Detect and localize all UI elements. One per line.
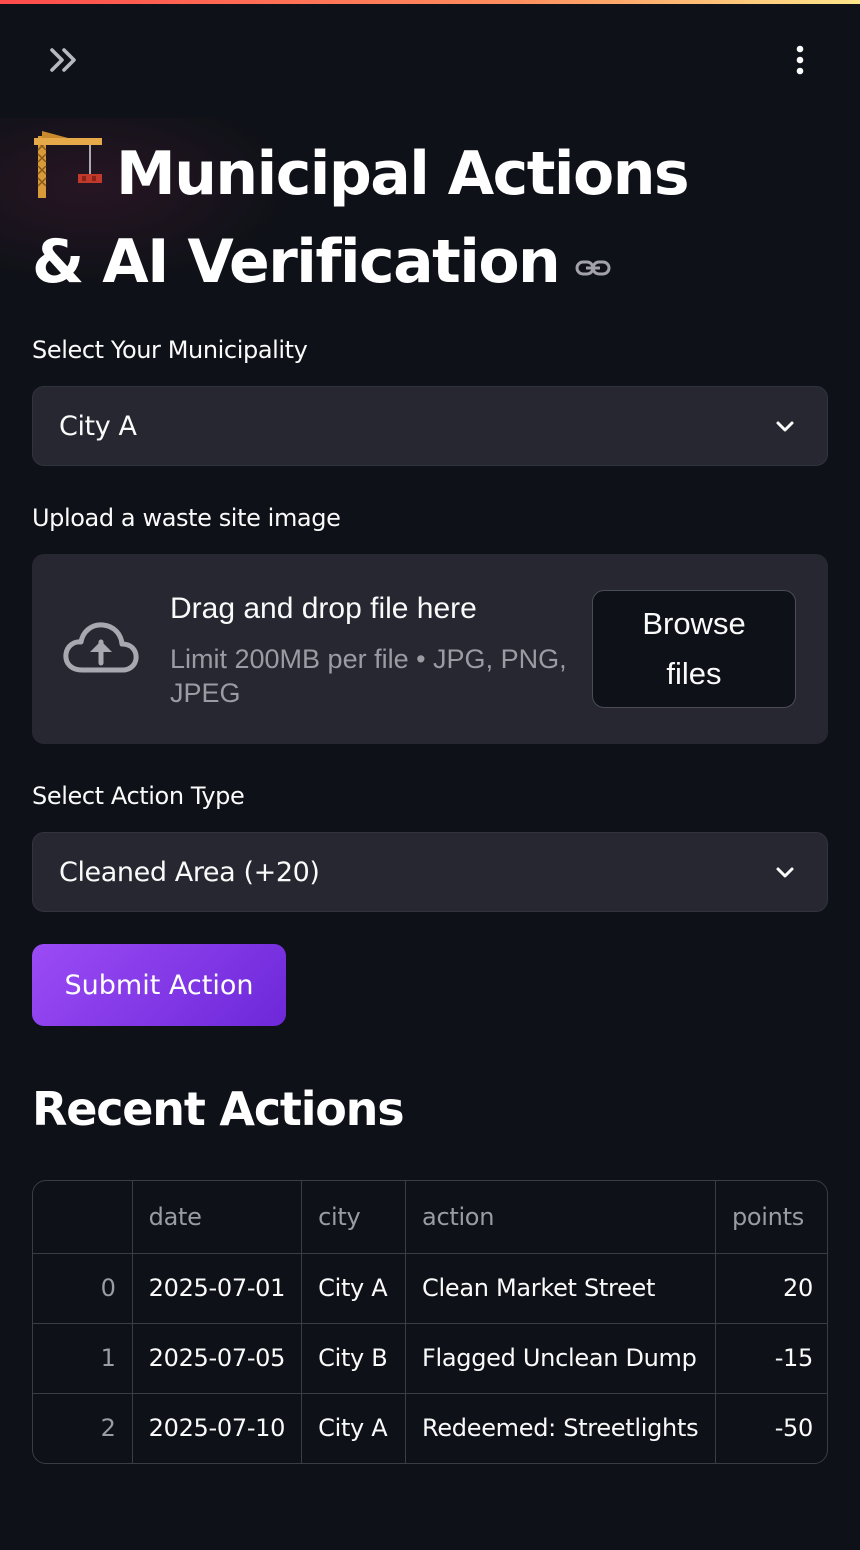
action-type-label: Select Action Type — [32, 782, 245, 810]
expand-sidebar-button[interactable] — [40, 40, 88, 80]
column-header-date[interactable]: date — [132, 1181, 303, 1254]
action-cell[interactable]: Flagged Unclean Dump — [405, 1323, 716, 1394]
points-cell[interactable]: 20 — [715, 1253, 827, 1324]
upload-label: Upload a waste site image — [32, 504, 341, 532]
date-cell[interactable]: 2025-07-01 — [132, 1253, 303, 1324]
dropzone-hint: Limit 200MB per file • JPG, PNG, JPEG — [170, 644, 567, 708]
row-index-cell: 0 — [33, 1253, 133, 1324]
dropzone-title: Drag and drop file here — [170, 592, 477, 625]
municipality-label: Select Your Municipality — [32, 336, 308, 364]
column-header-points[interactable]: points — [715, 1181, 827, 1254]
column-header-city[interactable]: city — [301, 1181, 407, 1254]
chevron-down-icon — [776, 867, 794, 878]
app-header — [0, 4, 860, 116]
points-cell[interactable]: -50 — [715, 1393, 827, 1463]
file-dropzone[interactable]: Drag and drop file here Limit 200MB per … — [32, 554, 828, 744]
browse-files-button[interactable]: Browse files — [592, 590, 796, 708]
vertical-ellipsis-icon — [796, 45, 804, 75]
table-row: 0 2025-07-01 City A Clean Market Street … — [33, 1253, 827, 1324]
construction-crane-icon — [34, 131, 102, 198]
action-type-selected-value: Cleaned Area (+20) — [59, 856, 320, 888]
city-cell[interactable]: City A — [301, 1253, 407, 1324]
column-header-action[interactable]: action — [405, 1181, 716, 1254]
row-index-cell: 2 — [33, 1393, 133, 1463]
date-cell[interactable]: 2025-07-05 — [132, 1323, 303, 1394]
city-cell[interactable]: City B — [301, 1323, 407, 1394]
link-icon[interactable] — [575, 256, 611, 280]
municipality-select[interactable]: City A — [32, 386, 828, 466]
action-cell[interactable]: Redeemed: Streetlights — [405, 1393, 716, 1463]
recent-actions-heading: Recent Actions — [32, 1082, 405, 1136]
cloud-upload-icon — [63, 622, 139, 673]
recent-actions-table[interactable]: date city action points 0 2025-07-01 Cit… — [32, 1180, 828, 1464]
municipality-selected-value: City A — [59, 410, 137, 442]
column-header-index[interactable] — [33, 1181, 133, 1254]
table-row: 2 2025-07-10 City A Redeemed: Streetligh… — [33, 1393, 827, 1463]
table-row: 1 2025-07-05 City B Flagged Unclean Dump… — [33, 1323, 827, 1394]
submit-action-button[interactable]: Submit Action — [32, 944, 286, 1026]
chevron-down-icon — [776, 421, 794, 432]
city-cell[interactable]: City A — [301, 1393, 407, 1463]
page-title: Municipal Actions & AI Verification — [32, 128, 752, 306]
action-type-select[interactable]: Cleaned Area (+20) — [32, 832, 828, 912]
row-index-cell: 1 — [33, 1323, 133, 1394]
date-cell[interactable]: 2025-07-10 — [132, 1393, 303, 1463]
table-header-row: date city action points — [33, 1181, 827, 1254]
action-cell[interactable]: Clean Market Street — [405, 1253, 716, 1324]
points-cell[interactable]: -15 — [715, 1323, 827, 1394]
main-menu-button[interactable] — [784, 40, 816, 80]
double-chevron-right-icon — [50, 48, 76, 72]
